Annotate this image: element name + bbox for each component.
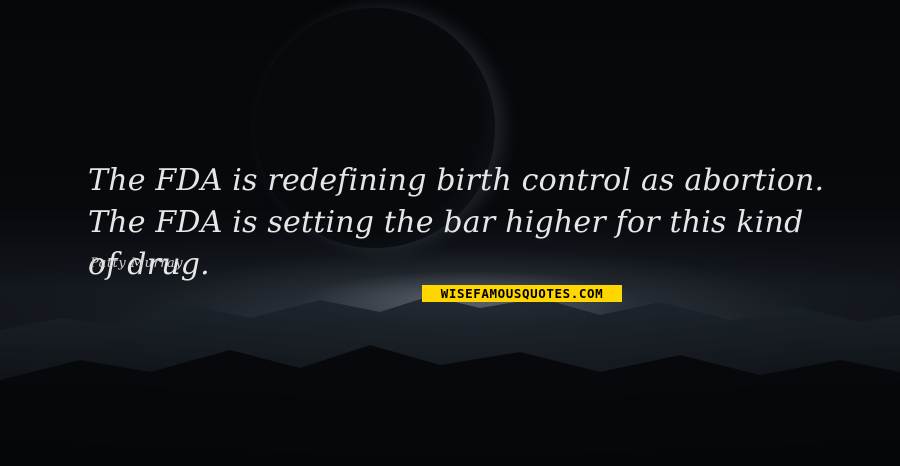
quote-text: The FDA is redefining birth control as a… [88,163,825,282]
quote-author: Patty Murray [90,256,184,271]
quote-image: The FDA is redefining birth control as a… [0,0,900,466]
site-logo[interactable]: WISEFAMOUSQUOTES.COM [422,285,622,302]
